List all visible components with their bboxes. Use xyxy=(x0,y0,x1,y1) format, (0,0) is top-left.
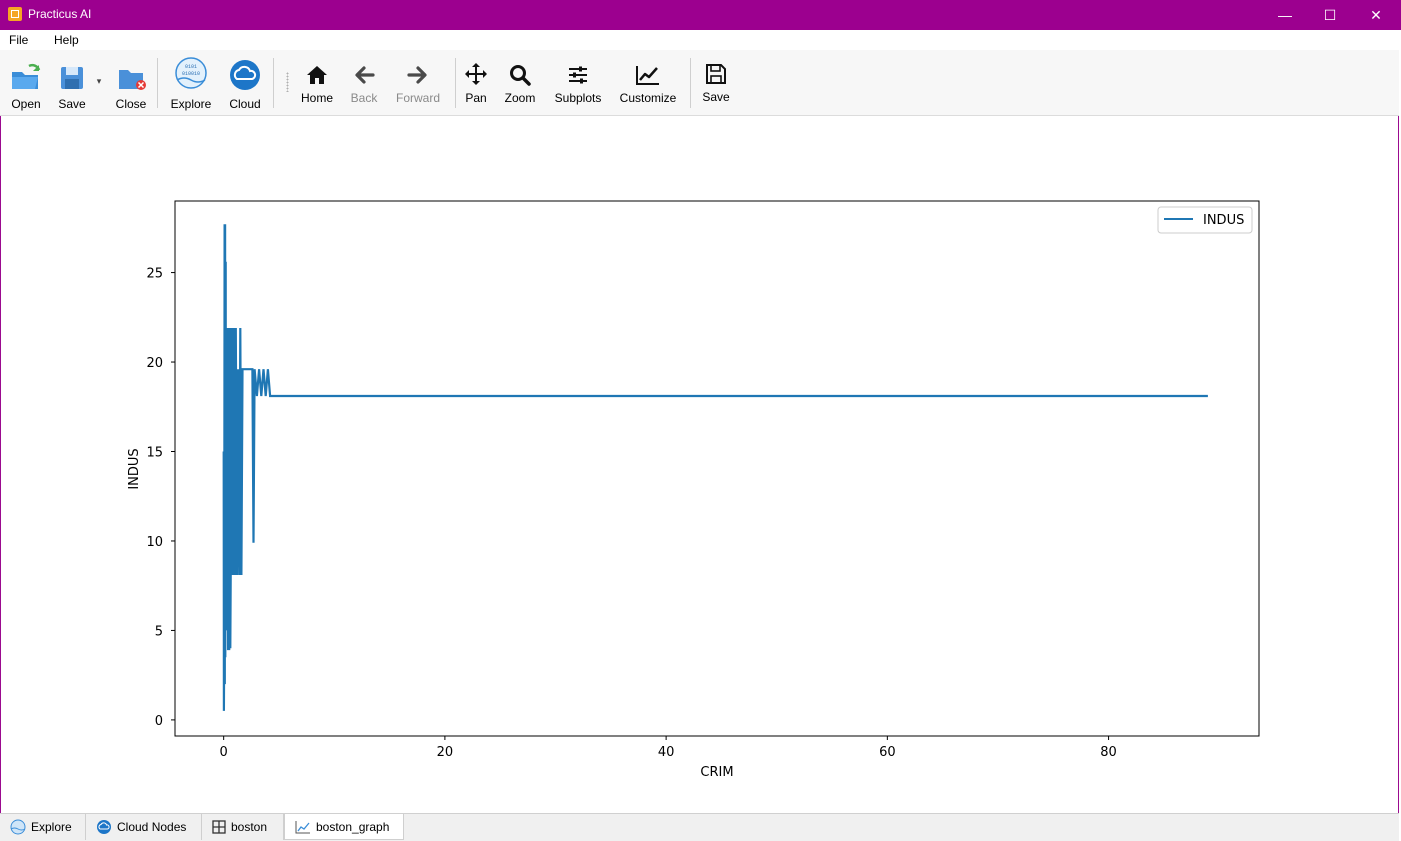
y-tick-label: 25 xyxy=(146,267,163,282)
title-bar: Practicus AI — ☐ ✕ xyxy=(0,0,1401,30)
floppy-disk-icon xyxy=(61,67,83,89)
table-icon xyxy=(212,820,226,834)
toolbar-separator xyxy=(455,58,456,108)
back-button[interactable]: Back xyxy=(346,64,382,105)
pan-label: Pan xyxy=(465,91,487,105)
y-axis: 0 5 10 15 20 25 xyxy=(146,267,175,729)
y-tick-label: 15 xyxy=(146,446,163,461)
toolbar-separator xyxy=(690,58,691,108)
svg-text:010010: 010010 xyxy=(182,71,200,77)
save-disk-icon xyxy=(706,64,726,84)
tab-boston-label: boston xyxy=(231,820,268,834)
save-figure-button[interactable]: Save xyxy=(698,63,734,104)
customize-label: Customize xyxy=(619,91,677,105)
x-tick-label: 0 xyxy=(220,745,228,760)
bottom-tab-bar: Explore Cloud Nodes boston boston_graph xyxy=(0,813,1399,841)
toolbar-grip-handle[interactable] xyxy=(286,72,289,92)
cloud-icon xyxy=(230,60,260,90)
x-axis-label: CRIM xyxy=(700,765,733,780)
subplots-button[interactable]: Subplots xyxy=(551,64,605,105)
menu-bar: File Help xyxy=(0,30,1399,50)
tab-cloud-nodes[interactable]: Cloud Nodes xyxy=(86,814,202,840)
tab-boston[interactable]: boston xyxy=(202,814,284,840)
home-label: Home xyxy=(300,91,333,105)
y-tick-label: 20 xyxy=(146,356,163,371)
back-label: Back xyxy=(350,91,378,105)
sliders-icon xyxy=(569,66,587,84)
globe-icon xyxy=(10,819,26,835)
chart-svg: 0 20 40 60 80 0 5 10 15 20 25 CRIM INDUS INDUS xyxy=(127,200,1260,780)
x-tick-label: 20 xyxy=(437,745,454,760)
toolbar-separator xyxy=(273,58,274,108)
plot-area-frame xyxy=(174,200,1260,737)
customize-button[interactable]: Customize xyxy=(616,64,680,105)
menu-file[interactable]: File xyxy=(9,33,28,47)
y-axis-label: INDUS xyxy=(127,448,142,489)
cloud-label: Cloud xyxy=(229,97,261,111)
cloud-button[interactable]: Cloud xyxy=(224,58,266,111)
explore-button[interactable]: 0101 010010 Explore xyxy=(166,56,216,111)
home-icon xyxy=(307,66,327,84)
app-logo-icon xyxy=(8,7,22,21)
save-label: Save xyxy=(58,97,86,111)
arrow-right-icon xyxy=(407,66,427,84)
tab-explore[interactable]: Explore xyxy=(0,814,86,840)
window-title: Practicus AI xyxy=(28,7,92,21)
menu-help[interactable]: Help xyxy=(54,33,79,47)
legend-label: INDUS xyxy=(1203,213,1244,228)
save-button[interactable]: Save xyxy=(54,64,90,111)
cloud-icon xyxy=(97,820,111,834)
zoom-button[interactable]: Zoom xyxy=(501,64,539,105)
minimize-button[interactable]: — xyxy=(1262,0,1308,30)
close-file-button[interactable]: Close xyxy=(112,64,150,111)
save-dropdown-arrow-icon[interactable]: ▾ xyxy=(94,76,104,87)
subplots-label: Subplots xyxy=(554,91,602,105)
move-arrows-icon xyxy=(465,63,487,85)
x-axis: 0 20 40 60 80 xyxy=(220,736,1117,760)
y-tick-label: 0 xyxy=(155,714,163,729)
magnifier-icon xyxy=(510,65,531,86)
explore-binary-globe-icon: 0101 010010 xyxy=(175,57,207,89)
toolbar: Open Save ▾ Close 0101 010010 Explore Cl… xyxy=(0,50,1399,116)
arrow-left-icon xyxy=(355,66,375,84)
x-tick-label: 40 xyxy=(658,745,675,760)
plot-canvas[interactable]: 0 20 40 60 80 0 5 10 15 20 25 CRIM INDUS INDUS xyxy=(0,116,1399,813)
y-tick-label: 5 xyxy=(155,624,163,639)
forward-label: Forward xyxy=(395,91,440,105)
close-window-button[interactable]: ✕ xyxy=(1353,0,1399,30)
x-tick-label: 60 xyxy=(879,745,896,760)
open-button[interactable]: Open xyxy=(6,62,46,111)
zoom-label: Zoom xyxy=(504,91,536,105)
save-figure-label: Save xyxy=(702,90,730,104)
close-folder-icon xyxy=(119,70,146,90)
line-chart-icon xyxy=(295,820,310,833)
line-chart-icon xyxy=(636,66,659,85)
forward-button[interactable]: Forward xyxy=(390,64,446,105)
close-label: Close xyxy=(115,97,147,111)
toolbar-separator xyxy=(157,58,158,108)
svg-text:0101: 0101 xyxy=(185,64,197,70)
legend: INDUS xyxy=(1157,206,1253,234)
explore-label: Explore xyxy=(170,97,212,111)
tab-boston-graph-label: boston_graph xyxy=(316,819,390,834)
home-button[interactable]: Home xyxy=(297,64,337,105)
y-tick-label: 10 xyxy=(146,535,163,550)
open-label: Open xyxy=(11,97,41,111)
open-folder-icon xyxy=(12,63,41,89)
maximize-button[interactable]: ☐ xyxy=(1307,0,1353,30)
tab-cloud-nodes-label: Cloud Nodes xyxy=(117,820,187,834)
tab-explore-label: Explore xyxy=(31,820,72,834)
pan-button[interactable]: Pan xyxy=(460,62,492,105)
x-tick-label: 80 xyxy=(1100,745,1117,760)
tab-boston-graph[interactable]: boston_graph xyxy=(284,814,404,840)
